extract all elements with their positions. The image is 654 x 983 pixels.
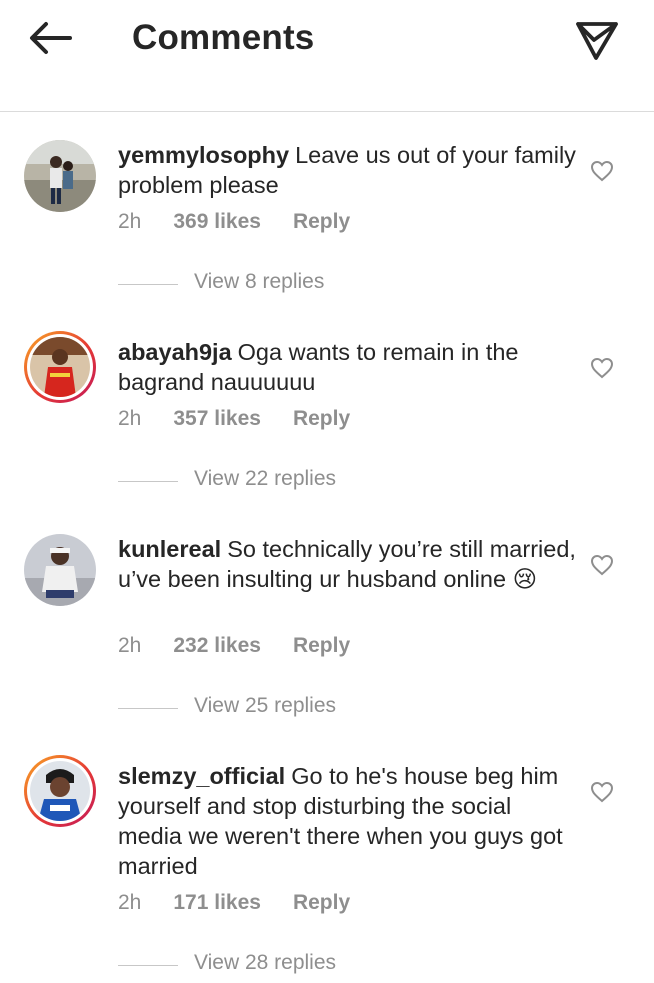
- heart-icon[interactable]: [590, 160, 614, 182]
- avatar[interactable]: [24, 331, 96, 403]
- comment-username[interactable]: kunlereal: [118, 536, 221, 562]
- page-title: Comments: [132, 18, 315, 57]
- heart-icon[interactable]: [590, 781, 614, 803]
- avatar[interactable]: [24, 534, 96, 606]
- comment-likes[interactable]: 357 likes: [173, 407, 261, 431]
- avatar-photo: [24, 534, 96, 606]
- view-replies-label: View 25 replies: [194, 694, 337, 717]
- replies-divider: [118, 481, 178, 482]
- avatar-photo: [30, 337, 90, 397]
- reply-button[interactable]: Reply: [293, 407, 350, 431]
- arrow-left-icon: [30, 22, 72, 54]
- avatar-photo: [30, 761, 90, 821]
- comment-time: 2h: [118, 891, 142, 914]
- comment-meta: 2h 232 likes Reply: [118, 634, 382, 658]
- comments-header: Comments: [0, 0, 654, 112]
- avatar-photo: [24, 140, 96, 212]
- share-button[interactable]: [572, 14, 622, 62]
- comment-time: 2h: [118, 407, 142, 430]
- comment-likes[interactable]: 171 likes: [173, 891, 261, 915]
- comment-body: kunlereal So technically you’re still mar…: [118, 534, 578, 594]
- view-replies-label: View 8 replies: [194, 270, 325, 293]
- comment-time: 2h: [118, 210, 142, 233]
- heart-icon[interactable]: [590, 554, 614, 576]
- comment-time: 2h: [118, 634, 142, 657]
- comment-meta: 2h 171 likes Reply: [118, 891, 382, 915]
- comment-body: slemzy_official Go to he's house beg him …: [118, 761, 578, 881]
- comment-meta: 2h 357 likes Reply: [118, 407, 382, 431]
- avatar[interactable]: [24, 755, 96, 827]
- reply-button[interactable]: Reply: [293, 210, 350, 234]
- comment-meta: 2h 369 likes Reply: [118, 210, 382, 234]
- reply-button[interactable]: Reply: [293, 891, 350, 915]
- avatar[interactable]: [24, 140, 96, 212]
- reply-button[interactable]: Reply: [293, 634, 350, 658]
- comment-username[interactable]: yemmylosophy: [118, 142, 289, 168]
- comment-likes[interactable]: 369 likes: [173, 210, 261, 234]
- replies-divider: [118, 965, 178, 966]
- comment-body: abayah9ja Oga wants to remain in the bagr…: [118, 337, 578, 397]
- heart-icon[interactable]: [590, 357, 614, 379]
- replies-divider: [118, 708, 178, 709]
- comment-likes[interactable]: 232 likes: [173, 634, 261, 658]
- view-replies-label: View 22 replies: [194, 467, 337, 490]
- view-replies-label: View 28 replies: [194, 951, 337, 974]
- comment-username[interactable]: abayah9ja: [118, 339, 232, 365]
- comment-username[interactable]: slemzy_official: [118, 763, 285, 789]
- comment-body: yemmylosophy Leave us out of your family …: [118, 140, 578, 200]
- replies-divider: [118, 284, 178, 285]
- back-button[interactable]: [24, 16, 76, 60]
- paper-plane-icon: [576, 22, 618, 60]
